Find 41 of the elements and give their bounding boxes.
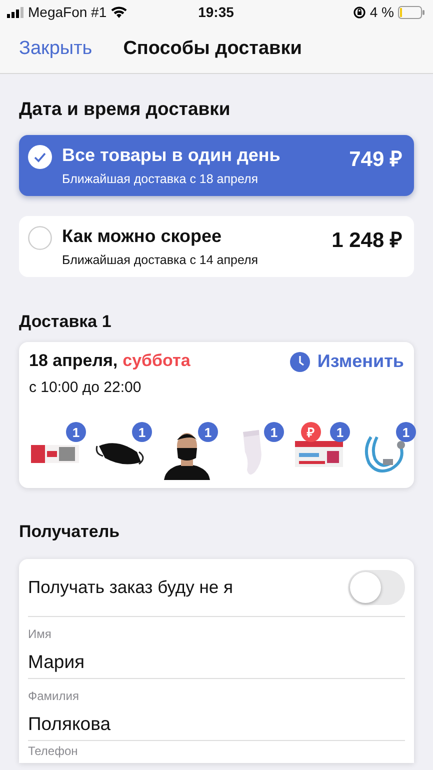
weekday: суббота <box>122 351 190 371</box>
option-subtitle: Ближайшая доставка с 14 апреля <box>62 253 260 267</box>
option-title: Как можно скорее <box>62 226 222 247</box>
field-label: Телефон <box>28 744 79 758</box>
rotation-lock-icon <box>352 6 366 18</box>
quantity-badge: 1 <box>132 422 152 442</box>
toggle-switch[interactable] <box>348 570 405 605</box>
quantity-badge: 1 <box>330 422 350 442</box>
quantity-badge: 1 <box>396 422 416 442</box>
delivery-option[interactable]: Все товары в один день Ближайшая доставка с 18 апреля 749 ₽ <box>19 135 414 196</box>
option-price: 749 ₽ <box>349 147 402 172</box>
time-window: с 10:00 до 22:00 <box>29 379 190 396</box>
option-price: 1 248 ₽ <box>332 228 402 253</box>
clock-time: 19:35 <box>198 4 234 20</box>
radio-icon[interactable] <box>28 226 52 250</box>
quantity-badge: 1 <box>198 422 218 442</box>
section-heading: Получатель <box>19 521 121 543</box>
close-button[interactable]: Закрыть <box>19 38 92 60</box>
promo-badge: ₽ <box>301 422 321 442</box>
option-subtitle: Ближайшая доставка с 18 апреля <box>62 172 260 186</box>
delivery-date: 18 апреля, <box>29 351 118 371</box>
section-heading: Доставка 1 <box>19 311 112 333</box>
clock-icon <box>290 352 310 372</box>
input-field[interactable]: Полякова <box>28 713 405 735</box>
battery-percent: 4 % <box>370 4 394 20</box>
section-heading: Дата и время доставки <box>19 97 232 121</box>
checked-radio-icon[interactable] <box>28 145 52 169</box>
delivery-option[interactable]: Как можно скорее Ближайшая доставка с 14 апреля 1 248 ₽ <box>19 216 414 277</box>
change-button[interactable]: Изменить <box>290 351 404 372</box>
signal-icon <box>7 6 24 18</box>
quantity-badge: 1 <box>264 422 284 442</box>
toggle-label: Получать заказ буду не я <box>28 577 233 598</box>
quantity-badge: 1 <box>66 422 86 442</box>
field-label: Имя <box>28 627 52 641</box>
screen-title: Способы доставки <box>123 38 302 60</box>
wifi-icon <box>110 6 127 18</box>
field-label: Фамилия <box>28 689 80 703</box>
carrier-name: MegaFon #1 <box>28 4 107 20</box>
input-field[interactable]: Мария <box>28 651 405 673</box>
option-title: Все товары в один день <box>62 145 282 166</box>
battery-icon <box>398 6 425 18</box>
